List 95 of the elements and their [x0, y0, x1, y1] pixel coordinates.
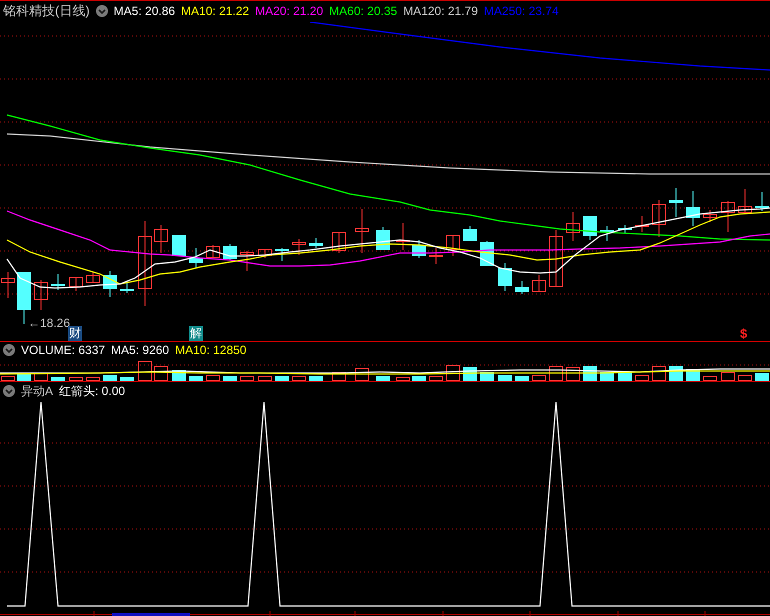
candlestick [292, 238, 306, 256]
candlestick [549, 229, 563, 288]
candlestick [652, 199, 666, 238]
candlestick [532, 274, 546, 292]
volume-bar [103, 375, 117, 382]
volume-bar [703, 376, 717, 382]
volume-bar [652, 366, 666, 382]
candlestick [240, 250, 254, 272]
indicator-value: 红箭头: 0.00 [59, 382, 126, 400]
dropdown-caret-icon[interactable] [3, 344, 15, 356]
candlestick [355, 208, 369, 254]
volume-bar [738, 375, 752, 382]
volume-bar [223, 376, 237, 382]
volume-bar [446, 365, 460, 382]
volume-bar [396, 377, 410, 382]
candlestick [396, 222, 410, 250]
volume-bar [721, 372, 735, 382]
indicator-value: MA250: 23.74 [484, 4, 559, 18]
volume-bar [532, 375, 546, 382]
indicator-value: MA10: 12850 [175, 343, 246, 358]
indicator-value: MA5: 9260 [111, 343, 170, 358]
dropdown-caret-icon[interactable] [96, 5, 108, 18]
volume-bar [292, 376, 306, 382]
candlestick [635, 215, 649, 232]
indicator-value: MA60: 20.35 [329, 4, 398, 18]
candlestick [515, 280, 529, 294]
volume-bar [138, 361, 152, 382]
candlestick [223, 243, 237, 260]
candlestick [120, 280, 134, 294]
volume-bar [120, 377, 134, 382]
candlestick [566, 211, 580, 242]
candlestick [86, 271, 100, 284]
candlestick [332, 231, 346, 254]
volume-bar [189, 376, 203, 382]
volume-bar [1, 376, 15, 382]
candlestick [446, 234, 460, 256]
volume-bar [51, 377, 65, 382]
volume-bar [240, 376, 254, 382]
event-badge[interactable]: 解 [189, 326, 203, 341]
candlestick [172, 234, 186, 256]
indicator-value: 异动A [21, 382, 54, 400]
candlestick [738, 188, 752, 214]
volume-bar [309, 376, 323, 382]
volume-bar [515, 376, 529, 382]
indicator-value: MA20: 21.20 [255, 4, 324, 18]
volume-bar [332, 372, 346, 382]
indicator-value: VOLUME: 6337 [21, 343, 106, 358]
candlestick [583, 215, 597, 240]
volume-bar [34, 373, 48, 382]
candlestick [686, 190, 700, 226]
volume-bar [376, 376, 390, 382]
candlestick [755, 191, 769, 212]
indicator-value: MA5: 20.86 [114, 4, 176, 18]
candlestick [206, 244, 220, 258]
candlestick [498, 262, 512, 292]
candlestick [69, 276, 83, 292]
indicator-value: MA120: 21.79 [403, 4, 478, 18]
candlestick [309, 237, 323, 248]
candlestick [703, 209, 717, 222]
candlestick [1, 271, 15, 298]
candlestick [258, 248, 272, 258]
candlestick [51, 273, 65, 290]
volume-bar [86, 377, 100, 382]
candlestick [154, 224, 168, 254]
event-badge[interactable]: 财 [68, 326, 82, 341]
volume-bar [566, 367, 580, 382]
volume-bar [69, 377, 83, 382]
volume-bar [635, 375, 649, 382]
candlestick [669, 187, 683, 218]
volume-bar [355, 368, 369, 382]
volume-bar [154, 366, 168, 382]
chart-title: 铭科精技(日线) [3, 2, 90, 20]
volume-bar [549, 366, 563, 382]
volume-bar [755, 373, 769, 382]
volume-bar [258, 376, 272, 382]
dropdown-caret-icon[interactable] [3, 385, 15, 398]
candlestick [34, 279, 48, 310]
candlestick [600, 225, 614, 242]
candlestick [618, 224, 632, 234]
candlestick [463, 225, 477, 242]
volume-bar [275, 376, 289, 382]
candlestick [17, 271, 31, 324]
volume-bar [206, 375, 220, 382]
candlestick [412, 239, 426, 258]
candlestick [429, 247, 443, 264]
volume-bar [498, 375, 512, 382]
volume-bar [412, 376, 426, 382]
indicator-value: MA10: 21.22 [181, 4, 250, 18]
low-price-label: ←18.26 [28, 316, 70, 330]
candlestick [721, 200, 735, 232]
event-marker[interactable]: $ [739, 326, 748, 341]
volume-bar [429, 376, 443, 382]
candlestick [275, 247, 289, 262]
candlestick [103, 270, 117, 298]
candlestick [189, 247, 203, 268]
